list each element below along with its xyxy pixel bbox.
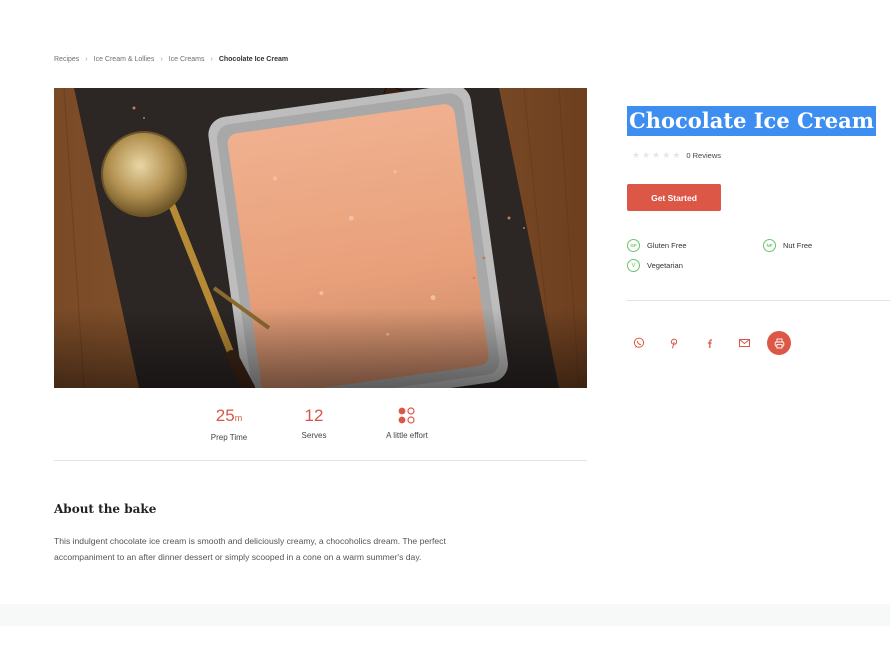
pinterest-share-button[interactable] [662,331,686,355]
star-icon[interactable]: ★ [632,150,640,161]
ice-cream-loaf-tin-photo [54,88,587,388]
facebook-icon [707,339,712,348]
email-share-button[interactable] [732,331,756,355]
get-started-button[interactable]: Get Started [627,184,721,211]
about-description: This indulgent chocolate ice cream is sm… [54,533,574,565]
effort-dots-icon [397,406,417,426]
breadcrumb-ice-creams[interactable]: Ice Creams [169,56,205,63]
breadcrumb-current: Chocolate Ice Cream [218,56,289,63]
print-icon [774,338,784,348]
serves-stat: 12 Serves [289,406,339,440]
star-icon[interactable]: ★ [652,150,660,161]
recipe-stats: 25m Prep Time 12 Serves A little effort [54,406,587,446]
about-line-2: accompaniment to an after dinner dessert… [54,552,422,562]
about-title: About the bake [54,502,157,516]
prep-time-value: 25m [199,406,259,428]
star-icon[interactable]: ★ [662,150,670,161]
gluten-free-icon: GF [627,239,640,252]
reviews-count[interactable]: 0 Reviews [686,151,721,160]
diet-label: Nut Free [783,241,813,250]
vegetarian-icon: V [627,259,640,272]
star-rating[interactable]: ★ ★ ★ ★ ★ 0 Reviews [632,150,721,161]
email-icon [738,339,750,347]
diet-label: Vegetarian [647,261,683,270]
serves-label: Serves [301,431,327,440]
diet-nut-free: NF Nut Free [763,239,812,252]
recipe-hero-image [54,88,587,388]
about-line-1: This indulgent chocolate ice cream is sm… [54,536,446,546]
prep-time-unit: m [234,413,243,423]
breadcrumb-separator: › [210,56,213,63]
diet-vegetarian: V Vegetarian [627,259,683,272]
print-button[interactable] [767,331,791,355]
prep-time-stat: 25m Prep Time [199,406,259,442]
star-icon[interactable]: ★ [672,150,680,161]
breadcrumb: Recipes › Ice Cream & Lollies › Ice Crea… [54,56,288,63]
breadcrumb-separator: › [160,56,163,63]
pinterest-icon [670,338,678,349]
prep-time-number: 25 [215,406,235,425]
effort-stat: A little effort [376,406,438,440]
prep-time-label: Prep Time [210,433,248,442]
serves-value: 12 [304,406,324,425]
breadcrumb-separator: › [85,56,88,63]
effort-label: A little effort [386,431,428,440]
sidebar-divider [626,300,890,301]
footer-band [0,604,890,626]
breadcrumb-recipes[interactable]: Recipes [54,56,79,63]
whatsapp-share-button[interactable] [627,331,651,355]
facebook-share-button[interactable] [697,331,721,355]
breadcrumb-ice-cream-lollies[interactable]: Ice Cream & Lollies [94,56,155,63]
stats-divider [54,460,587,461]
star-icon[interactable]: ★ [642,150,650,161]
diet-gluten-free: GF Gluten Free [627,239,687,252]
nut-free-icon: NF [763,239,776,252]
diet-label: Gluten Free [647,241,687,250]
whatsapp-icon [633,337,645,348]
recipe-title: Chocolate Ice Cream [627,106,876,136]
